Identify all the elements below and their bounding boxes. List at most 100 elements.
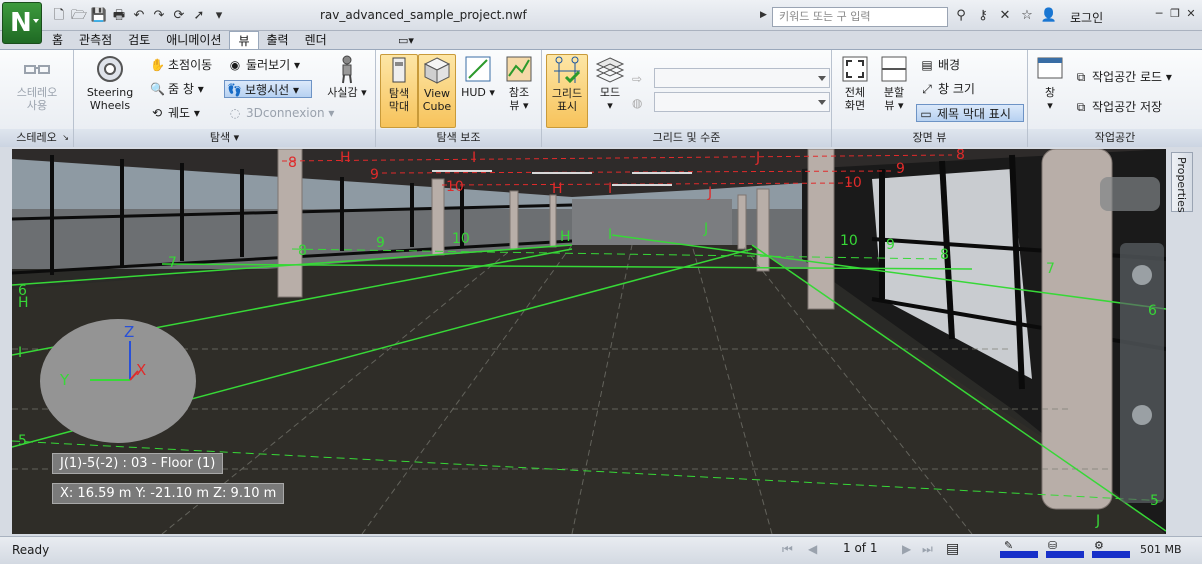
hud-axis-icon <box>465 56 491 82</box>
hud-button[interactable]: HUD ▾ <box>460 54 496 99</box>
select-cursor-icon[interactable]: ➚ <box>190 7 208 25</box>
reference-views-label-1: 참조 <box>508 86 530 99</box>
tab-render[interactable]: 렌더 <box>297 31 335 49</box>
window-size-button[interactable]: ⤢ 창 크기 <box>918 80 975 98</box>
search-expand-icon[interactable]: ▶ <box>760 10 767 20</box>
split-view-button[interactable]: 분할 뷰 ▾ <box>876 54 912 112</box>
panel-navigate: Steering Wheels ✋ 초점이동 🔍 줌 창 ▾ ⟲ 궤도 ▾ ◉ 둘러보기… <box>74 50 376 147</box>
orbit-label: 궤도 <box>168 106 191 120</box>
realism-button[interactable]: 사실감 ▾ <box>324 54 370 99</box>
fullscreen-button[interactable]: 전체 화면 <box>838 54 872 112</box>
undo-icon[interactable]: ↶ <box>130 7 148 25</box>
split-view-label-1: 분할 <box>883 86 905 99</box>
last-sheet-icon[interactable]: ⏭ <box>922 542 933 557</box>
grid-color-combo[interactable] <box>654 92 830 112</box>
minimize-icon[interactable]: ─ <box>1152 7 1166 21</box>
steering-wheels-button[interactable]: Steering Wheels <box>84 54 136 112</box>
windows-button[interactable]: 창 ▾ <box>1034 54 1066 112</box>
grid-label-red: 9 <box>370 167 379 183</box>
hud-label: HUD <box>461 86 486 99</box>
tab-home[interactable]: 홈 <box>44 31 71 49</box>
search-input[interactable]: 키워드 또는 구 입력 <box>772 7 948 27</box>
previous-sheet-icon[interactable]: ◀ <box>808 542 817 556</box>
tab-animation[interactable]: 애니메이션 <box>158 31 229 49</box>
grid-mode-label: 모드 <box>599 86 621 99</box>
panel-stereo: 스테레오 사용 스테레오 ↘ <box>0 50 74 147</box>
load-workspace-button[interactable]: ⧉ 작업공간 로드 ▾ <box>1072 68 1172 86</box>
zoom-window-button[interactable]: 🔍 줌 창 ▾ <box>148 80 204 98</box>
key-icon[interactable]: ⚷ <box>974 7 992 25</box>
login-link[interactable]: 로그인 <box>1070 9 1103 26</box>
fullscreen-label-2: 화면 <box>844 99 866 112</box>
show-grid-button[interactable]: 그리드 표시 <box>546 54 588 128</box>
tab-viewpoint[interactable]: 관측점 <box>71 31 120 49</box>
fullscreen-label-1: 전체 <box>844 86 866 99</box>
footsteps-icon: 👣 <box>227 83 242 97</box>
save-workspace-icon: ⧉ <box>1076 100 1086 114</box>
grid-mode-button[interactable]: 모드 ▾ <box>592 54 628 112</box>
navigation-bar-button[interactable]: 탐색 막대 <box>380 54 418 128</box>
map-icon <box>506 56 532 82</box>
stereo-glasses-icon <box>24 65 50 74</box>
panel-title-grids-levels: 그리드 및 수준 <box>542 129 831 147</box>
user-icon[interactable]: 👤 <box>1040 7 1058 25</box>
scene-viewport[interactable]: Z Y X 8 H 9 I 10 H I J J 8 9 10 7 6 H I … <box>12 149 1166 534</box>
3dconnexion-button[interactable]: ◌ 3Dconnexion ▾ <box>226 104 335 122</box>
refresh-icon[interactable]: ⟳ <box>170 7 188 25</box>
grid-label-red: J <box>756 150 761 166</box>
axis-x-label: X <box>136 361 147 379</box>
orbit-button[interactable]: ⟲ 궤도 ▾ <box>148 104 200 122</box>
show-title-bar-button[interactable]: ▭ 제목 막대 표시 <box>916 104 1024 122</box>
grid-label-red: 10 <box>446 179 464 195</box>
application-menu-button[interactable]: N <box>2 2 42 44</box>
print-icon[interactable]: 🖶 <box>110 7 128 25</box>
exchange-icon[interactable]: ✕ <box>996 7 1014 25</box>
qat-dropdown-icon[interactable]: ▾ <box>210 7 228 25</box>
grid-label-red: 8 <box>956 149 965 163</box>
navisworks-window: N 🗋 🗁 💾 🖶 ↶ ↷ ⟳ ➚ ▾ rav_advanced_sample_… <box>0 0 1202 564</box>
scene-render <box>12 149 1166 534</box>
panel-workspace: 창 ▾ ⧉ 작업공간 로드 ▾ ⧉ 작업공간 저장 작업공간 <box>1028 50 1202 147</box>
redo-icon[interactable]: ↷ <box>150 7 168 25</box>
panel-title-workspace: 작업공간 <box>1028 129 1202 147</box>
background-button[interactable]: ▤ 배경 <box>918 56 960 74</box>
render-progress-bar <box>1000 551 1038 558</box>
properties-tab[interactable]: Properties <box>1171 152 1193 213</box>
ribbon-options-icon[interactable]: ▭▾ <box>398 34 414 47</box>
grid-label-red: 8 <box>288 155 297 171</box>
grid-label-red: H <box>552 181 563 197</box>
sheet-list-icon[interactable]: ▤ <box>946 541 959 557</box>
viewcube-button[interactable]: View Cube <box>418 54 456 128</box>
panel-title-navigate-text: 탐색 <box>209 131 231 144</box>
chevron-down-icon <box>818 76 826 81</box>
close-icon[interactable]: ✕ <box>1184 7 1198 21</box>
panel-title-scene-view-text: 장면 뷰 <box>912 131 947 144</box>
pan-button[interactable]: ✋ 초점이동 <box>148 56 212 74</box>
dialog-launcher-icon[interactable]: ↘ <box>62 129 69 147</box>
star-icon[interactable]: ☆ <box>1018 7 1036 25</box>
walk-button[interactable]: 👣 보행시선 ▾ <box>224 80 312 98</box>
restore-icon[interactable]: ❐ <box>1168 7 1182 21</box>
save-icon[interactable]: 💾 <box>90 7 108 25</box>
active-level-combo[interactable] <box>654 68 830 88</box>
binoculars-icon[interactable]: ⚲ <box>952 7 970 25</box>
tab-view[interactable]: 뷰 <box>229 31 259 49</box>
window-size-label: 창 크기 <box>938 82 975 96</box>
new-file-icon[interactable]: 🗋 <box>50 7 68 25</box>
level-icon: ⇨ <box>632 72 643 86</box>
panel-title-navigate: 탐색 ▾ <box>74 129 375 147</box>
next-sheet-icon[interactable]: ▶ <box>902 542 911 556</box>
tab-review[interactable]: 검토 <box>120 31 158 49</box>
grid-label-green: 5 <box>18 433 27 449</box>
show-grid-label-2: 표시 <box>556 100 578 113</box>
look-around-button[interactable]: ◉ 둘러보기 ▾ <box>226 56 300 74</box>
save-workspace-button[interactable]: ⧉ 작업공간 저장 <box>1072 98 1162 116</box>
tab-output[interactable]: 출력 <box>259 31 297 49</box>
first-sheet-icon[interactable]: ⏮ <box>782 542 793 557</box>
enable-stereo-button[interactable]: 스테레오 사용 <box>8 54 66 112</box>
open-file-icon[interactable]: 🗁 <box>70 7 88 25</box>
reference-views-button[interactable]: 참조 뷰 ▾ <box>500 54 538 112</box>
status-text: Ready <box>12 543 50 557</box>
panel-grids-levels: 그리드 표시 모드 ▾ ⇨ ◍ 그리드 및 수준 <box>542 50 832 147</box>
grid-label-green: 7 <box>168 255 177 271</box>
